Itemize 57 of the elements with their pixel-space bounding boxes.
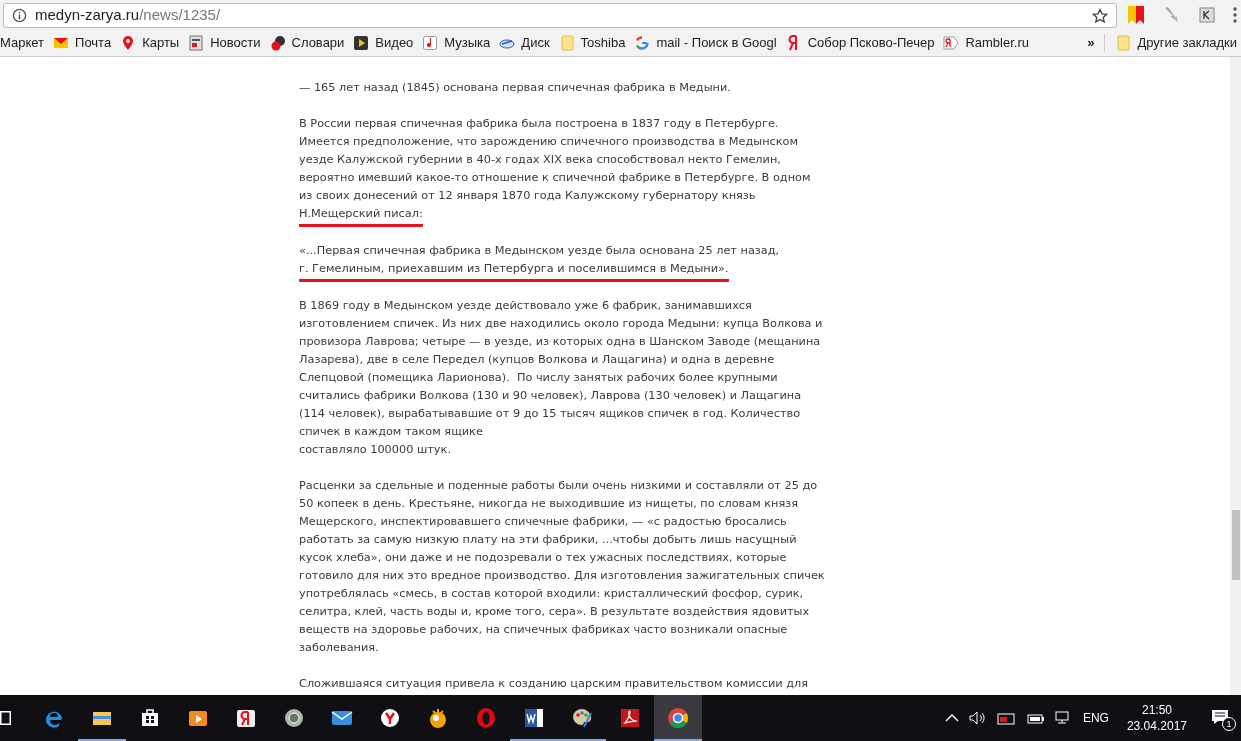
more-bookmarks-button[interactable]: » — [1083, 30, 1099, 56]
bookmark-link[interactable]: Rambler.ru — [939, 30, 1033, 56]
bookmark-link[interactable]: Видео — [349, 30, 418, 56]
chevron-up-icon[interactable] — [944, 713, 959, 723]
address-bar[interactable]: medyn-zarya.ru/news/1235/ — [3, 3, 1117, 28]
battery-icon[interactable] — [1026, 711, 1045, 725]
bookmark-link[interactable]: Словари — [265, 30, 349, 56]
info-icon — [12, 8, 27, 23]
bookmark-link[interactable]: Новости — [184, 30, 265, 56]
menu-icon[interactable] — [1233, 7, 1237, 23]
music-note-icon — [422, 35, 439, 51]
play-icon — [353, 35, 370, 51]
paragraph: — 165 лет назад (1845) основана первая спичечная фабрика в Медыни. — [299, 80, 731, 96]
task-view-icon — [0, 711, 11, 725]
envelope-icon — [53, 35, 70, 51]
bookmark-link[interactable]: Toshiba — [554, 30, 630, 56]
fireball-icon — [427, 707, 449, 729]
key-icon[interactable] — [1199, 7, 1215, 23]
folder-icon — [1115, 35, 1132, 51]
url-text: medyn-zarya.ru/news/1235/ — [35, 5, 221, 26]
opera-icon — [475, 707, 497, 729]
google-icon — [634, 35, 651, 51]
paragraph: Сложившаяся ситуация привела к созданию царским правительством комиссии для — [299, 676, 809, 692]
paragraph: В 1869 году в Медынском уезде действовало уже 6 фабрик, занимавшихся изготовлением спичек. Из них две находились около города Медыни: купца Волкова и провизора Лаврова; четыре — в уезде, из которых одна в Шанском Заводе (мещанина Лазарева), две в селе Передел (купцов Волкова и Лащагина) и одна в деревне Слепцовой (помещика Ларионова). По числу занятых рабочих более крупными считались фабрики Волкова (130 и 90 человек), Лаврова (130 человек) и Лащагина (114 человек), вырабатывавшие от 9 до 15 тысяч ящиков спичек в год. Количество спичек в каждом таком ящике составляло 100000 штук. — [299, 298, 823, 458]
clock[interactable]: 21:50 23.04.2017 — [1118, 702, 1195, 734]
other-bookmarks-button[interactable]: Другие закладки — [1111, 30, 1241, 56]
paragraph: Расценки за сдельные и поденные работы были очень низкими и составляли от 25 до 50 копеек в день. Крестьяне, никогда не выходившие из нищеты, по словам князя Мещерского, инспектировавшего спичечные фабрики, — «с радостью бросались работать за самую низкую плату на эти фабрики, ...чтобы добыть лишь насущный кусок хлеба», они даже и не подозревали о тех ужасных последствиях, которые готовило для них это вредное производство. Для изготовления зажигательных спичек употреблялась «смесь, в состав которой входили: кристаллический фосфор, сурик, селитра, клей, часть воды и, кроме того, сера». В результате воздействия ядовитых веществ на здоровье рабочих, на спичечных фабриках часто возникали опасные заболевания. — [299, 478, 825, 656]
bookmark-link[interactable]: Почта — [49, 30, 116, 56]
yandex-browser-icon — [379, 707, 401, 729]
bookmark-link[interactable]: mail - Поиск в Googl — [630, 30, 781, 56]
language-indicator[interactable]: ENG — [1082, 709, 1109, 727]
disc-icon — [283, 707, 305, 729]
document-w-icon — [523, 707, 545, 729]
bookmark-link[interactable]: Диск — [495, 30, 554, 56]
bookmark-icon[interactable] — [1127, 5, 1145, 25]
shopping-bag-icon — [139, 707, 161, 729]
rambler-logo-icon — [943, 35, 960, 51]
scrollbar-thumb[interactable] — [1232, 510, 1240, 580]
notification-count: 1 — [1222, 717, 1236, 731]
pdf-document-icon — [619, 707, 641, 729]
taskbar-button[interactable] — [654, 695, 702, 741]
paragraph: В России первая спичечная фабрика была построена в 1837 году в Петербурге. Имеется предположение, что зарождению спичечного производства в Медынском уезде Калужской губернии в 40-х годах XIX века способствовал некто Гемелин, вероятно имевший какое-то отношение к спичечной фабрике в Петербурге. В одном из своих донесений от 12 января 1870 года Калужскому губернатору князь Н.Мещерский писал: — [299, 115, 811, 227]
bookmark-link[interactable]: Карты — [116, 30, 184, 56]
scrollbar[interactable] — [1230, 57, 1241, 695]
device-icon[interactable] — [996, 711, 1017, 725]
notification-icon[interactable] — [1211, 709, 1229, 725]
star-icon[interactable] — [1092, 7, 1108, 24]
yandex-logo-icon — [235, 707, 257, 729]
speaker-icon[interactable] — [968, 711, 987, 725]
bookmark-link[interactable]: Музыка — [418, 30, 495, 56]
paragraph: «...Первая спичечная фабрика в Медынском уезде была основана 25 лет назад, г. Гемелиным, приехавшим из Петербурга и поселившимся в Медыни». — [299, 242, 780, 282]
newspaper-icon — [188, 35, 205, 51]
bookmark-link[interactable]: Собор Псково-Печер — [781, 30, 939, 56]
palette-icon — [571, 707, 593, 729]
bookmark-link[interactable]: Маркет — [0, 30, 49, 56]
folder-icon — [558, 35, 575, 51]
chrome-icon — [667, 707, 689, 729]
